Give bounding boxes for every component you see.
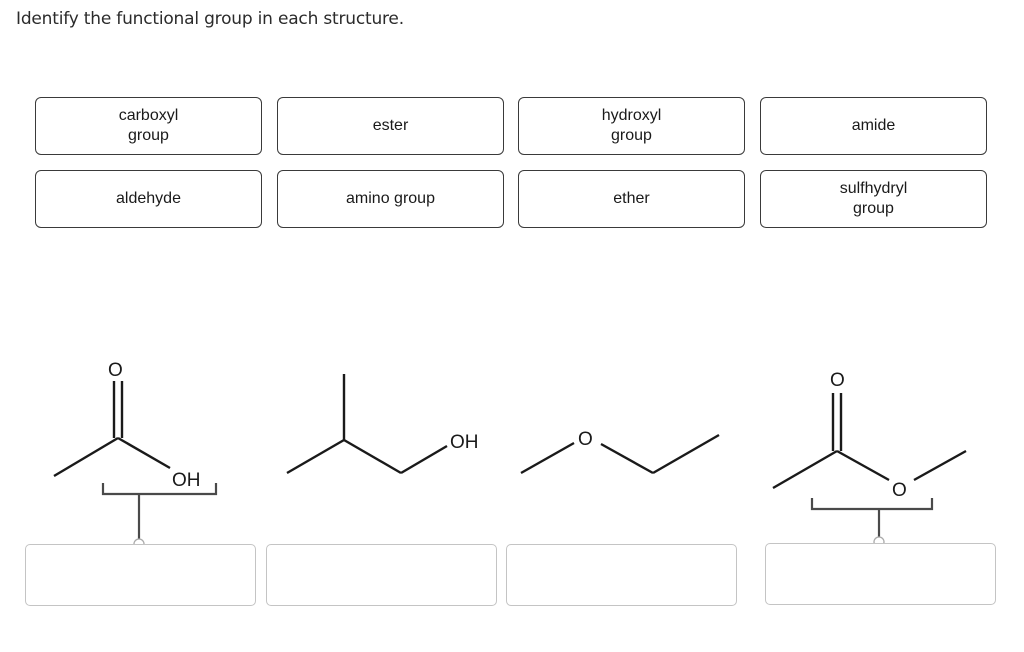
answer-tile-aldehyde[interactable]: aldehyde	[35, 170, 262, 228]
bond	[343, 438, 402, 475]
structure-ester	[772, 393, 967, 490]
bond	[772, 449, 838, 490]
drop-target-structure-3[interactable]	[506, 544, 737, 606]
atom-label-hydroxyl: OH	[450, 432, 479, 453]
bond	[53, 436, 119, 478]
answer-tile-sulfhydryl-group[interactable]: sulfhydryl group	[760, 170, 987, 228]
answer-tile-hydroxyl-group[interactable]: hydroxyl group	[518, 97, 745, 155]
structure-ether	[520, 433, 720, 475]
answer-tile-ester[interactable]: ester	[277, 97, 504, 155]
bond	[117, 436, 171, 470]
answer-tile-amino-group[interactable]: amino group	[277, 170, 504, 228]
question-prompt: Identify the functional group in each st…	[16, 9, 404, 29]
bracket-structure-4	[810, 498, 934, 538]
bond	[652, 433, 720, 475]
bond	[520, 441, 575, 475]
bond	[600, 442, 654, 475]
bond	[836, 449, 890, 482]
bond	[913, 449, 967, 482]
atom-label-oxygen: O	[108, 360, 123, 381]
drop-target-structure-4[interactable]	[765, 543, 996, 605]
drop-target-structure-1[interactable]	[25, 544, 256, 606]
answer-tile-ether[interactable]: ether	[518, 170, 745, 228]
bracket-structure-1	[101, 483, 218, 539]
bond	[400, 444, 448, 475]
answer-tile-amide[interactable]: amide	[760, 97, 987, 155]
atom-label-oxygen: O	[578, 429, 593, 450]
drop-target-structure-2[interactable]	[266, 544, 497, 606]
atom-label-oxygen: O	[892, 480, 907, 501]
atom-label-hydroxyl: OH	[172, 470, 201, 491]
structures-canvas: O OH OH O O O	[53, 360, 967, 550]
answer-tile-carboxyl-group[interactable]: carboxyl group	[35, 97, 262, 155]
atom-label-oxygen: O	[830, 370, 845, 391]
structure-carboxylic-acid	[53, 381, 171, 478]
bond	[286, 438, 345, 475]
structure-alcohol	[286, 374, 448, 475]
